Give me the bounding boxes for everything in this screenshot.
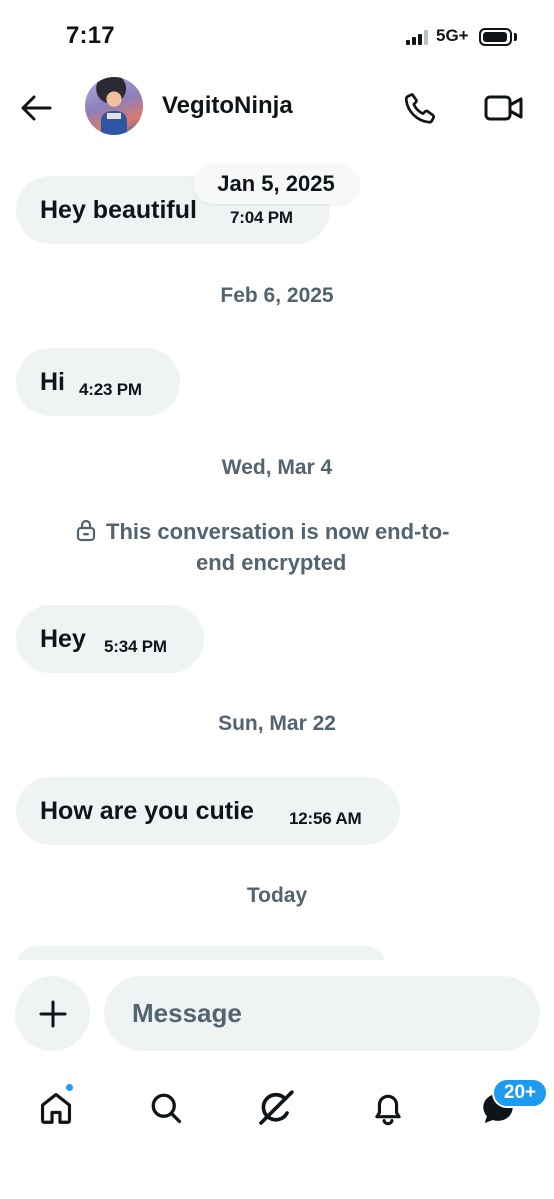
arrow-left-icon xyxy=(21,95,52,121)
message-time: 5:34 PM xyxy=(104,637,167,656)
scroll-edge xyxy=(0,960,554,974)
search-icon xyxy=(151,1093,182,1124)
network-label: 5G+ xyxy=(436,26,469,45)
battery-icon xyxy=(479,28,512,46)
message-text: Hi xyxy=(40,368,65,396)
message-input[interactable] xyxy=(104,976,540,1051)
video-call-button[interactable] xyxy=(482,88,526,128)
status-time: 7:17 xyxy=(66,22,115,49)
avatar[interactable] xyxy=(85,77,143,135)
bottom-nav: 20+ xyxy=(0,1070,554,1150)
video-camera-icon xyxy=(484,95,523,121)
nav-notifications[interactable] xyxy=(364,1084,412,1132)
message-bubble[interactable]: How are you cutie 12:56 AM xyxy=(16,777,400,845)
status-bar: 7:17 5G+ xyxy=(0,0,554,62)
home-icon xyxy=(40,1092,72,1124)
date-separator: Feb 6, 2025 xyxy=(220,284,334,307)
message-text: How are you cutie xyxy=(40,797,254,825)
message-text: Hey beautiful xyxy=(40,196,197,224)
message-text: Hey xyxy=(40,625,86,653)
contact-name[interactable]: VegitoNinja xyxy=(162,92,293,120)
battery-nub xyxy=(514,33,517,41)
floating-date-pill: Jan 5, 2025 xyxy=(193,164,359,204)
home-notification-dot xyxy=(64,1082,75,1093)
lock-icon xyxy=(76,518,96,549)
messages-badge: 20+ xyxy=(492,1078,548,1108)
message-time: 4:23 PM xyxy=(79,380,142,399)
date-separator: Wed, Mar 4 xyxy=(221,456,333,479)
nav-search[interactable] xyxy=(142,1084,190,1132)
message-time: 7:04 PM xyxy=(230,208,293,227)
date-separator: Sun, Mar 22 xyxy=(218,712,336,735)
message-time: 12:56 AM xyxy=(289,809,362,828)
call-button[interactable] xyxy=(400,88,440,128)
signal-icon xyxy=(406,30,432,45)
encryption-note-line1: This conversation is now end-to- xyxy=(106,519,450,544)
encryption-note-line2: end encrypted xyxy=(196,550,347,575)
add-attachment-button[interactable] xyxy=(15,976,90,1051)
date-separator: Today xyxy=(246,884,308,907)
back-button[interactable] xyxy=(16,88,56,128)
message-bubble[interactable]: Hey 5:34 PM xyxy=(16,605,204,673)
phone-icon xyxy=(404,93,435,124)
plus-icon xyxy=(39,1000,66,1027)
message-bubble[interactable]: Hi 4:23 PM xyxy=(16,348,180,416)
bell-icon xyxy=(375,1094,401,1126)
encryption-note: This conversation is now end-to- end enc… xyxy=(76,518,496,577)
nav-grok[interactable] xyxy=(252,1084,300,1132)
conversation-header: VegitoNinja xyxy=(0,62,554,152)
grok-icon xyxy=(259,1090,294,1125)
